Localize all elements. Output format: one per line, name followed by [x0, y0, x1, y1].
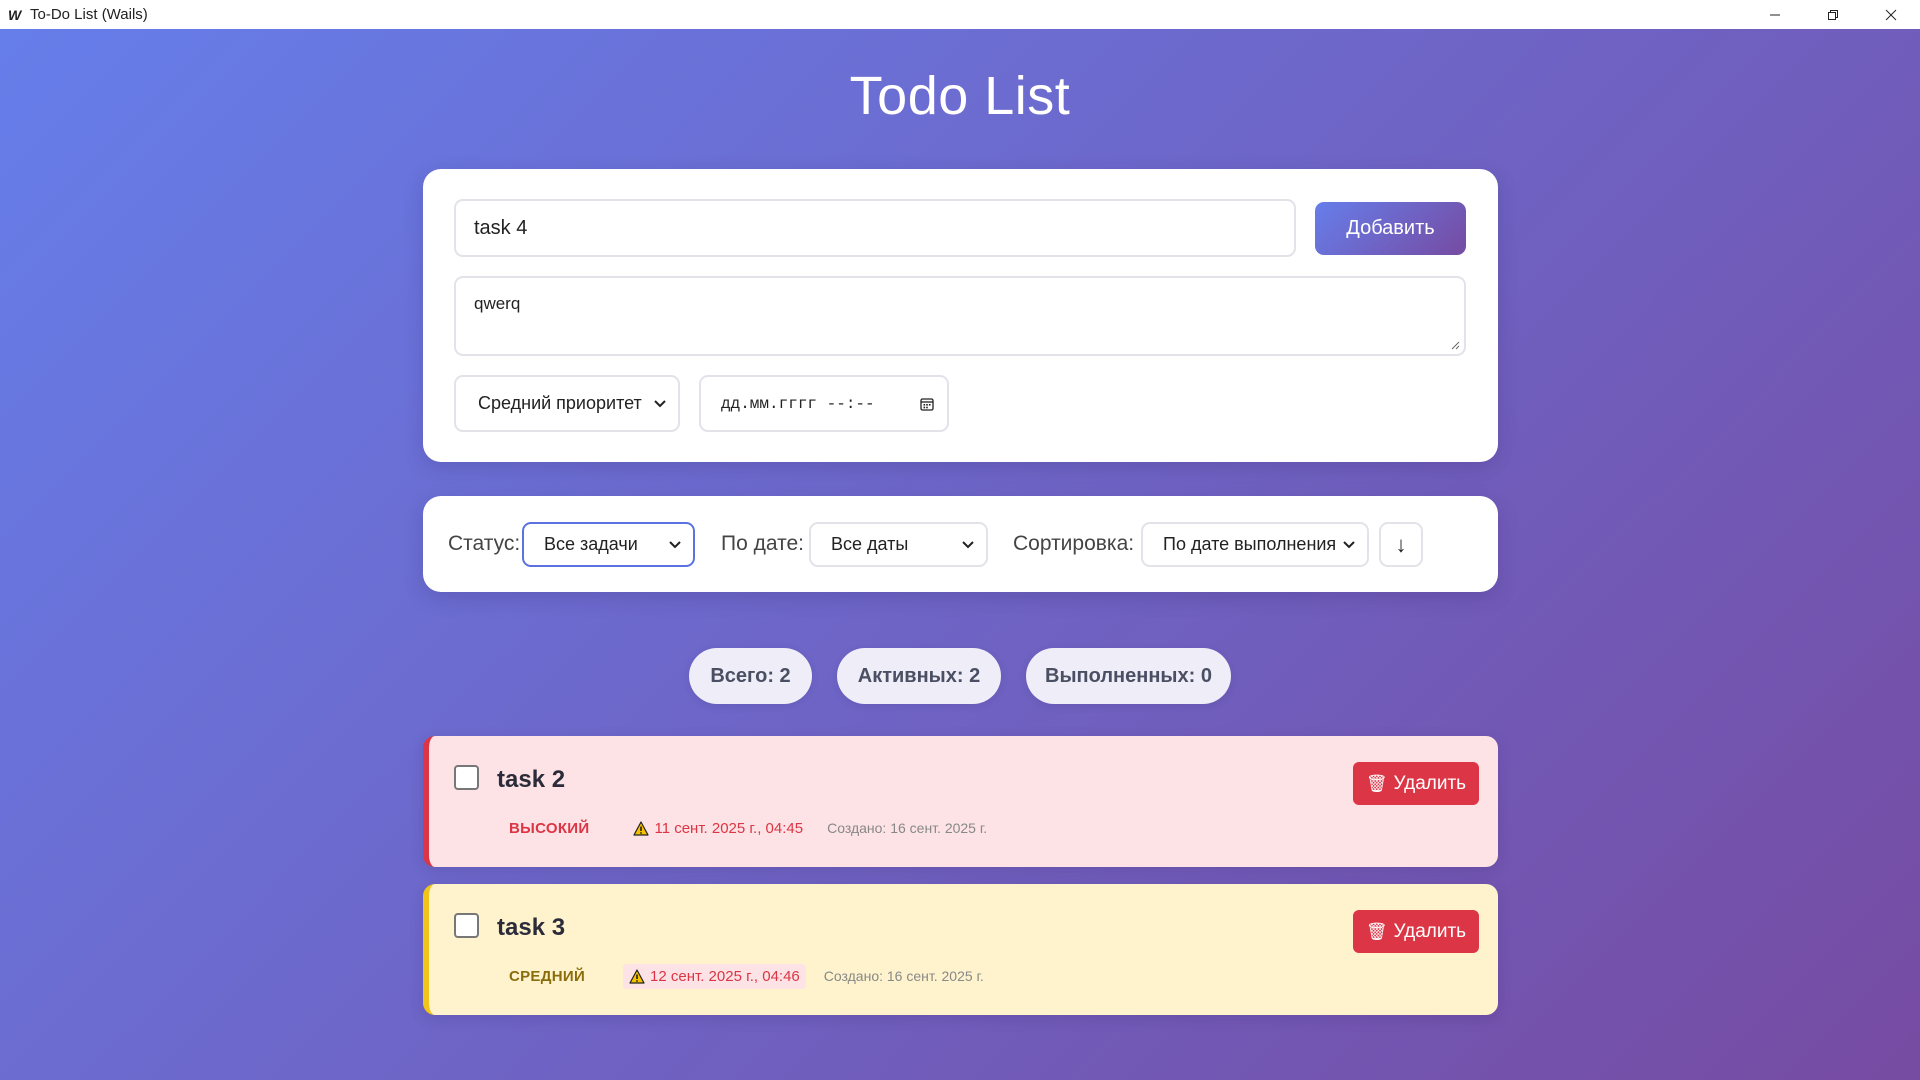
window-title: To-Do List (Wails): [30, 6, 148, 23]
delete-task-button[interactable]: 🗑 Удалить: [1353, 762, 1479, 805]
app-background: Todo List task 4 Добавить qwerq Средний …: [0, 29, 1920, 1080]
delete-task-label: Удалить: [1393, 920, 1467, 942]
priority-badge: СРЕДНИЙ: [509, 967, 586, 985]
sort-direction-button[interactable]: ↓: [1379, 522, 1423, 567]
status-filter-select[interactable]: Все задачи: [522, 522, 695, 567]
stat-completed: Выполненных: 0: [1026, 648, 1231, 704]
stat-total: Всего: 2: [689, 648, 812, 704]
chevron-down-icon: [669, 540, 681, 548]
close-button[interactable]: [1862, 0, 1920, 29]
task-description-text: qwerq: [474, 294, 521, 313]
calendar-icon[interactable]: [919, 396, 935, 412]
app-logo: W: [8, 6, 22, 23]
date-filter-label: По дате:: [721, 532, 804, 555]
filter-bar: Статус: Все задачи По дате: Все даты Сор…: [423, 496, 1498, 592]
status-filter-value: Все задачи: [544, 534, 638, 554]
task-title: task 2: [497, 766, 566, 793]
due-date-text: 11 сент. 2025 г., 04:45: [654, 819, 804, 837]
status-filter-label: Статус:: [448, 532, 521, 555]
task-complete-checkbox[interactable]: [454, 913, 479, 938]
trash-icon: 🗑: [1365, 773, 1388, 793]
resize-grip-icon[interactable]: [1450, 340, 1460, 350]
due-date: 11 сент. 2025 г., 04:45: [627, 816, 809, 841]
trash-icon: 🗑: [1365, 921, 1388, 941]
task-meta: ВЫСОКИЙ 11 сент. 2025 г., 04:45 Создано:…: [509, 812, 987, 844]
task-item: task 2 🗑 Удалить ВЫСОКИЙ 11 сент. 2025 г…: [423, 736, 1498, 867]
warning-icon: [629, 968, 645, 984]
window-controls: [1746, 0, 1920, 29]
task-title-input[interactable]: task 4: [454, 199, 1296, 257]
add-task-form: task 4 Добавить qwerq Средний приоритет …: [423, 169, 1498, 462]
delete-task-label: Удалить: [1393, 772, 1467, 794]
restore-button[interactable]: [1804, 0, 1862, 29]
chevron-down-icon: [1343, 540, 1355, 548]
window-titlebar: W To-Do List (Wails): [0, 0, 1920, 29]
chevron-down-icon: [654, 399, 666, 407]
add-task-button[interactable]: Добавить: [1315, 202, 1466, 255]
date-filter-value: Все даты: [831, 534, 909, 554]
task-title: task 3: [497, 914, 566, 941]
minimize-icon: [1770, 14, 1780, 15]
created-date: Создано: 16 сент. 2025 г.: [827, 820, 988, 836]
created-date: Создано: 16 сент. 2025 г.: [823, 968, 984, 984]
task-meta: СРЕДНИЙ 12 сент. 2025 г., 04:46 Создано:…: [509, 960, 984, 992]
sort-select-value: По дате выполнения: [1163, 534, 1337, 554]
restore-icon: [1828, 9, 1838, 20]
stat-active: Активных: 2: [837, 648, 1001, 704]
delete-task-button[interactable]: 🗑 Удалить: [1353, 910, 1479, 953]
task-description-textarea[interactable]: qwerq: [454, 276, 1466, 356]
task-item: task 3 🗑 Удалить СРЕДНИЙ 12 сент. 2025 г…: [423, 884, 1498, 1015]
chevron-down-icon: [962, 540, 974, 548]
date-filter-select[interactable]: Все даты: [809, 522, 988, 567]
due-date-input[interactable]: дд.мм.гггг --:--: [699, 375, 949, 432]
due-date-text: 12 сент. 2025 г., 04:46: [650, 967, 800, 985]
task-complete-checkbox[interactable]: [454, 765, 479, 790]
due-date-placeholder: дд.мм.гггг --:--: [721, 394, 875, 413]
minimize-button[interactable]: [1746, 0, 1804, 29]
priority-select[interactable]: Средний приоритет: [454, 375, 680, 432]
close-icon: [1885, 9, 1897, 20]
sort-select[interactable]: По дате выполнения: [1141, 522, 1369, 567]
page-title: Todo List: [849, 66, 1071, 126]
priority-select-value: Средний приоритет: [478, 393, 642, 413]
sort-label: Сортировка:: [1013, 532, 1135, 555]
due-date: 12 сент. 2025 г., 04:46: [623, 963, 806, 989]
warning-icon: [633, 820, 650, 836]
priority-badge: ВЫСОКИЙ: [509, 819, 590, 837]
